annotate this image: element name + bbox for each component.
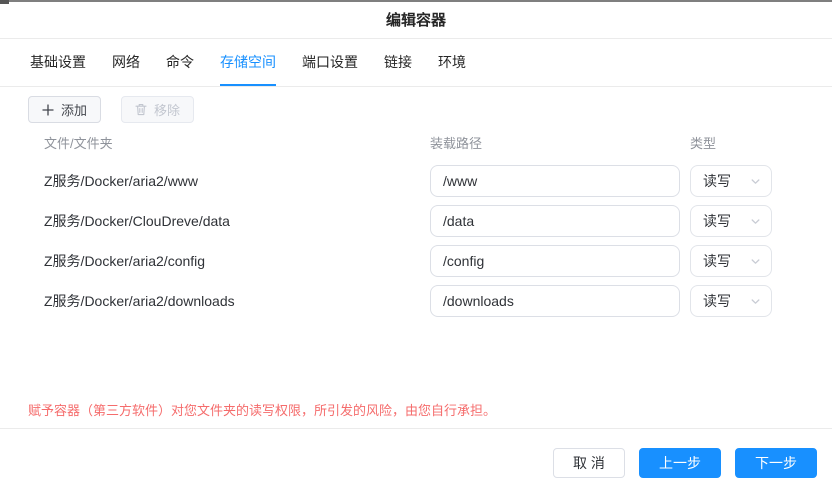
type-select-value: 读写: [703, 171, 731, 191]
dialog-footer: 取 消 上一步 下一步: [0, 428, 832, 496]
dialog-header: 编辑容器: [0, 0, 832, 39]
type-select-value: 读写: [703, 211, 731, 231]
volume-table-header: 文件/文件夹 装载路径 类型: [0, 133, 832, 149]
remove-volume-button[interactable]: 移除: [121, 96, 194, 123]
mount-path-input[interactable]: [430, 205, 680, 237]
cancel-button[interactable]: 取 消: [553, 448, 625, 478]
column-header-mount-path: 装载路径: [430, 133, 482, 152]
mount-path-input[interactable]: [430, 285, 680, 317]
tab-storage[interactable]: 存储空间: [220, 40, 276, 86]
type-select[interactable]: 读写: [690, 165, 772, 197]
background-window-notch: [0, 0, 9, 4]
column-header-type: 类型: [690, 133, 716, 152]
folder-path: Z服务/Docker/aria2/config: [44, 245, 205, 277]
volume-row: Z服务/Docker/aria2/www 读写: [0, 165, 832, 197]
dialog-title: 编辑容器: [386, 9, 446, 30]
volume-row: Z服务/Docker/aria2/config 读写: [0, 245, 832, 277]
chevron-down-icon: [750, 296, 761, 307]
tab-command[interactable]: 命令: [166, 40, 194, 86]
type-select-value: 读写: [703, 291, 731, 311]
background-window-edge: [0, 0, 832, 2]
chevron-down-icon: [750, 176, 761, 187]
previous-step-button[interactable]: 上一步: [639, 448, 721, 478]
tab-ports[interactable]: 端口设置: [302, 40, 358, 86]
type-select[interactable]: 读写: [690, 285, 772, 317]
type-select-value: 读写: [703, 251, 731, 271]
column-header-folder: 文件/文件夹: [44, 133, 113, 152]
chevron-down-icon: [750, 216, 761, 227]
volume-table: Z服务/Docker/aria2/www 读写 Z服务/Docker/ClouD…: [0, 165, 832, 325]
next-step-button[interactable]: 下一步: [735, 448, 817, 478]
volume-row: Z服务/Docker/ClouDreve/data 读写: [0, 205, 832, 237]
folder-path: Z服务/Docker/ClouDreve/data: [44, 205, 230, 237]
chevron-down-icon: [750, 256, 761, 267]
add-volume-label: 添加: [61, 100, 87, 119]
type-select[interactable]: 读写: [690, 245, 772, 277]
storage-toolbar: 添加 移除: [28, 96, 194, 123]
volume-row: Z服务/Docker/aria2/downloads 读写: [0, 285, 832, 317]
add-volume-button[interactable]: 添加: [28, 96, 101, 123]
plus-icon: [42, 104, 54, 116]
tab-bar: 基础设置 网络 命令 存储空间 端口设置 链接 环境: [0, 40, 832, 87]
type-select[interactable]: 读写: [690, 205, 772, 237]
permission-warning: 赋予容器（第三方软件）对您文件夹的读写权限，所引发的风险，由您自行承担。: [28, 401, 496, 421]
tab-environment[interactable]: 环境: [438, 40, 466, 86]
tab-basic-settings[interactable]: 基础设置: [30, 40, 86, 86]
mount-path-input[interactable]: [430, 165, 680, 197]
remove-volume-label: 移除: [154, 100, 180, 119]
mount-path-input[interactable]: [430, 245, 680, 277]
folder-path: Z服务/Docker/aria2/downloads: [44, 285, 235, 317]
folder-path: Z服务/Docker/aria2/www: [44, 165, 198, 197]
tab-network[interactable]: 网络: [112, 40, 140, 86]
tab-links[interactable]: 链接: [384, 40, 412, 86]
trash-icon: [135, 103, 147, 116]
